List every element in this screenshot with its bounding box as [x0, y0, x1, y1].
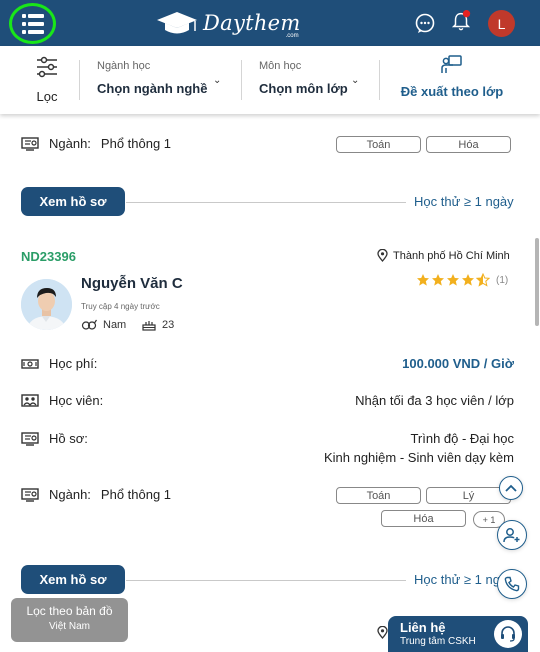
major-label: Ngành:: [49, 136, 91, 151]
birthday-cake-icon: [142, 321, 156, 331]
money-icon: [21, 358, 39, 369]
last-access: Truy cập 4 ngày trước: [81, 302, 160, 311]
view-profile-button[interactable]: Xem hồ sơ: [21, 565, 125, 594]
tutor-avatar[interactable]: [21, 279, 72, 330]
subject-tag: Toán: [336, 487, 421, 504]
divider: [126, 202, 406, 203]
star-icon: [462, 274, 474, 286]
rating-count: (1): [496, 274, 509, 286]
gender-icon: [81, 319, 97, 330]
subject-tag: Toán: [336, 136, 421, 153]
divider: [126, 580, 406, 581]
map-filter-title: Lọc theo bản đồ: [26, 604, 113, 618]
chevron-up-icon: [505, 484, 517, 492]
fee-value: 100.000 VND / Giờ: [402, 356, 514, 371]
age-info: 23: [142, 319, 174, 331]
tutor-id[interactable]: ND23396: [21, 249, 76, 264]
fee-row: Học phí:: [21, 356, 97, 371]
menu-button[interactable]: [9, 3, 56, 44]
major-row: Ngành: Phổ thông 1: [21, 136, 171, 151]
brand-domain: .com: [285, 33, 299, 39]
contact-title: Liên hệ: [400, 620, 446, 635]
tutor-location: Thành phố Hồ Chí Minh: [377, 249, 510, 262]
major-row: Ngành: Phổ thông 1: [21, 487, 171, 502]
bell-icon[interactable]: [450, 10, 472, 32]
divider: [241, 60, 242, 100]
tutor-name[interactable]: Nguyễn Văn C: [81, 275, 183, 292]
add-user-icon: [503, 528, 520, 543]
major-label: Ngành:: [49, 487, 91, 502]
filter-bar: Lọc Ngành học Chọn ngành nghề ⌄ Môn học …: [0, 46, 540, 114]
star-icon: [432, 274, 444, 286]
rating-stars: (1): [416, 273, 508, 287]
graduation-cap-icon: [157, 12, 197, 34]
certificate-icon: [21, 431, 39, 446]
location-pin-icon: [377, 626, 388, 639]
call-button[interactable]: [497, 569, 527, 599]
major-select[interactable]: Ngành học Chọn ngành nghề ⌄: [97, 60, 225, 96]
star-icon: [447, 274, 459, 286]
gender-text: Nam: [103, 319, 127, 331]
contact-support-button[interactable]: Liên hệ Trung tâm CSKH: [388, 616, 528, 652]
profile-row: Hồ sơ:: [21, 431, 88, 446]
add-user-button[interactable]: [497, 520, 527, 550]
subject-tag: Hóa: [426, 136, 511, 153]
major-value: Chọn ngành nghề: [97, 81, 208, 96]
chevron-down-icon: ⌄: [213, 75, 222, 86]
scrollbar-thumb[interactable]: [535, 238, 539, 326]
students-value: Nhận tối đa 3 học viên / lớp: [355, 393, 514, 408]
user-avatar[interactable]: L: [488, 10, 515, 37]
top-app-bar: Daythem .com L: [0, 0, 540, 46]
view-profile-button[interactable]: Xem hồ sơ: [21, 187, 125, 216]
contact-subtitle: Trung tâm CSKH: [400, 636, 476, 647]
fee-label: Học phí:: [49, 356, 98, 371]
chevron-down-icon: ⌄: [351, 75, 360, 86]
map-filter-button[interactable]: Lọc theo bản đồ Việt Nam: [11, 598, 128, 642]
trial-text: Học thử ≥ 1 ngày: [414, 194, 514, 209]
menu-icon: [21, 13, 44, 34]
teacher-board-icon: [441, 55, 462, 73]
gender-info: Nam: [81, 319, 126, 331]
suggest-label: Đề xuất theo lớp: [400, 84, 504, 99]
filter-button[interactable]: Lọc: [27, 56, 67, 104]
brand-name: Daythem: [203, 11, 301, 35]
sliders-icon: [37, 56, 57, 78]
major-value: Phổ thông 1: [100, 487, 172, 502]
certificate-icon: [21, 487, 39, 502]
divider: [79, 60, 80, 100]
major-value: Phổ thông 1: [100, 136, 172, 151]
chat-icon[interactable]: [414, 12, 436, 34]
students-row: Học viên:: [21, 393, 103, 408]
suggest-by-class-button[interactable]: Đề xuất theo lớp: [397, 54, 507, 99]
subject-select[interactable]: Môn học Chọn môn lớp ⌄: [259, 60, 363, 96]
subject-value: Chọn môn lớp: [259, 81, 348, 96]
city-text: Thành phố Hồ Chí Minh: [393, 249, 510, 262]
scroll-top-button[interactable]: [499, 476, 523, 500]
map-filter-region: Việt Nam: [49, 621, 90, 632]
age-text: 23: [162, 319, 175, 331]
star-half-icon: [476, 273, 490, 287]
tutor-photo: [21, 279, 72, 330]
students-icon: [21, 393, 39, 407]
major-caption: Ngành học: [97, 60, 151, 72]
profile-level: Trình độ - Đại học: [410, 431, 514, 446]
location-pin-icon: [377, 249, 388, 262]
star-icon: [417, 274, 429, 286]
headset-icon: [494, 620, 522, 648]
subject-caption: Môn học: [259, 60, 302, 72]
brand-logo[interactable]: Daythem .com: [155, 8, 301, 39]
filter-label: Lọc: [36, 89, 58, 104]
students-label: Học viên:: [49, 393, 104, 408]
profile-label: Hồ sơ:: [49, 431, 88, 446]
subject-tag: Hóa: [381, 510, 466, 527]
profile-experience: Kinh nghiệm - Sinh viên dạy kèm: [323, 450, 514, 465]
notification-badge: [462, 10, 471, 18]
certificate-icon: [21, 136, 39, 151]
phone-icon: [504, 576, 520, 592]
divider: [379, 60, 380, 100]
